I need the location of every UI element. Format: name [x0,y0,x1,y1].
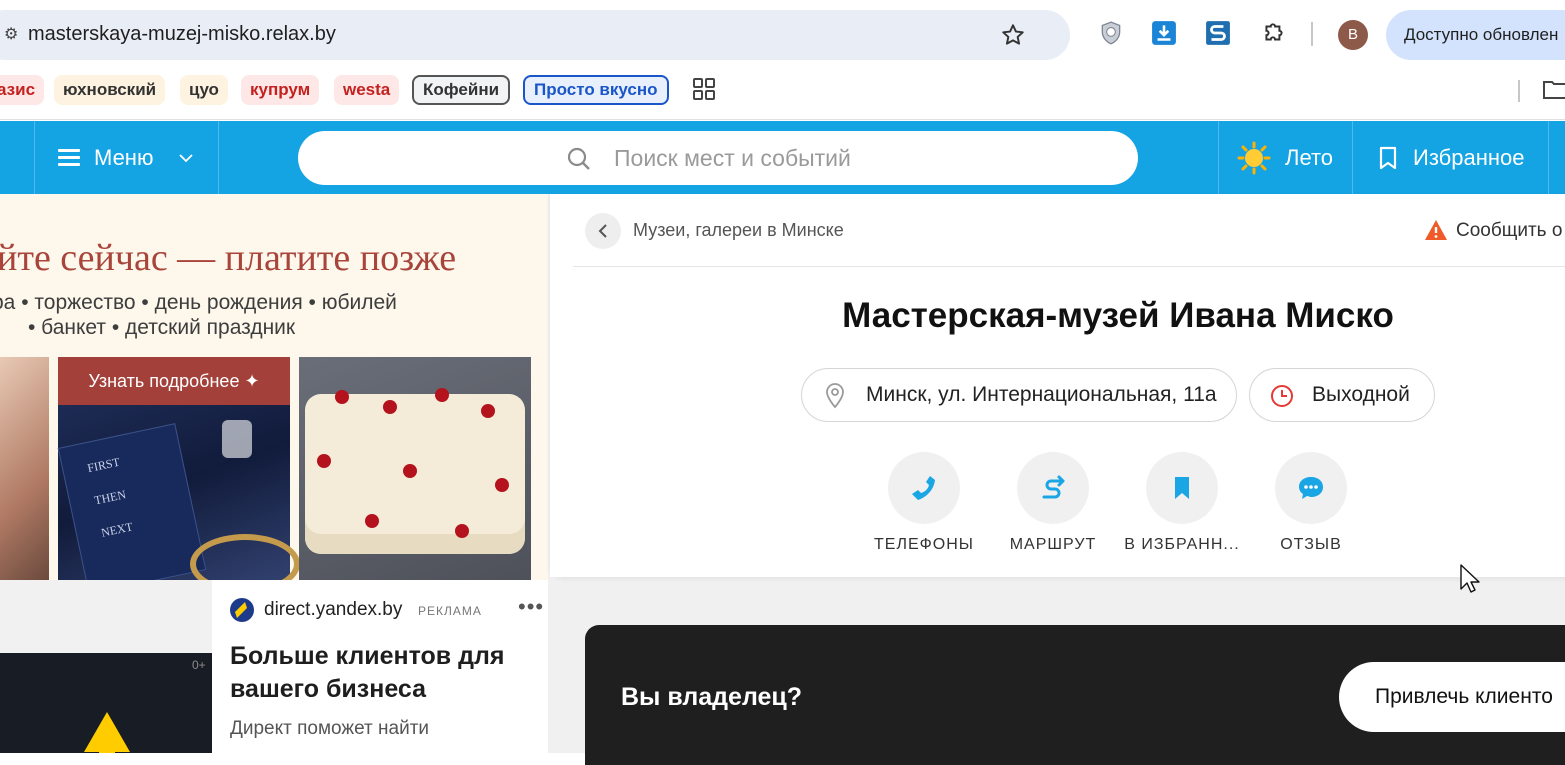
ad-glass [222,420,252,458]
s-extension-icon[interactable] [1205,20,1231,46]
mouse-cursor-icon [1460,564,1480,593]
owner-banner: Вы владелец? Привлечь клиенто [585,625,1565,765]
route-label: МАРШРУТ [1009,536,1097,553]
search-icon [567,147,590,170]
url-text[interactable]: masterskaya-muzej-misko.relax.by [28,23,336,46]
profile-avatar[interactable]: B [1338,20,1368,50]
clock-icon [1271,385,1293,407]
place-info-card: Музеи, галереи в Минске Сообщить о Масте… [550,194,1565,577]
bookmark-cuo[interactable]: цуо [180,75,228,105]
toolbar-separator [1311,22,1313,46]
bookmark-yuhnovsky[interactable]: юхновский [54,75,166,105]
yandex-direct-icon [230,598,254,622]
apps-grid-icon[interactable] [693,78,715,100]
phones-action[interactable]: ТЕЛЕФОНЫ [859,452,989,562]
bookmark-folder-prosto-vkusno[interactable]: Просто вкусно [523,75,669,105]
ad-learn-more-button[interactable]: Узнать подробнее ✦ [58,357,290,405]
site-info-icon[interactable]: ⚙ [4,26,18,44]
bookmark-westa[interactable]: westa [334,75,400,105]
header-divider [1548,121,1549,194]
favorite-label: В ИЗБРАНН... [1124,536,1240,553]
bookmarks-bar: азис юхновский цуо купрум westa Кофейни … [0,68,1565,120]
bookmark-basis[interactable]: азис [0,75,45,105]
review-label: ОТЗЫВ [1280,536,1342,553]
warning-icon [1425,220,1447,240]
ad-domain[interactable]: direct.yandex.by [264,599,402,621]
folder-icon[interactable] [1542,78,1565,100]
route-action-circle [1017,452,1089,524]
bookmark-star-icon[interactable] [1000,22,1026,48]
search-input[interactable] [614,142,1074,174]
ad-title[interactable]: Больше клиентов для вашего бизнеса [230,640,540,706]
report-label: Сообщить о [1456,220,1563,241]
favorites-label: Избранное [1413,145,1525,170]
bookmark-icon [1175,477,1189,499]
owner-question: Вы владелец? [621,683,803,711]
back-button[interactable] [585,213,621,249]
location-pin-icon [826,383,844,409]
bookmark-folder-kofeyni[interactable]: Кофейни [412,75,511,105]
bookmark-kuprum[interactable]: купрум [241,75,320,105]
ad-banner[interactable]: уйте сейчас — платите позже ра • торжест… [0,194,548,580]
ad-description: Директ поможет найти [230,718,430,739]
route-action[interactable]: МАРШРУТ [988,452,1118,562]
phones-label: ТЕЛЕФОНЫ [874,536,974,553]
yandex-direct-logo-shape [84,712,130,753]
ad-photo-person [0,357,49,580]
route-icon [1042,475,1065,499]
extensions-puzzle-icon[interactable] [1261,20,1287,46]
phone-icon [912,476,935,500]
address-bar[interactable]: ⚙ masterskaya-muzej-misko.relax.by [0,10,1070,60]
chat-bubble-icon [1299,477,1323,499]
attract-clients-button[interactable]: Привлечь клиенто [1339,662,1565,732]
page-title: Мастерская-музей Ивана Миско [842,296,1394,335]
ad-cake [305,388,525,554]
bookmark-icon [1379,146,1397,170]
header-divider [218,121,219,194]
sun-icon [1237,141,1271,175]
ad-subline-1: ра • торжество • день рождения • юбилей [0,291,397,314]
summer-button[interactable]: Лето [1219,121,1353,194]
review-action[interactable]: ОТЗЫВ [1246,452,1376,562]
age-rating: 0+ [192,658,206,672]
hours-text: Выходной [1312,383,1410,406]
phones-action-circle [888,452,960,524]
yandex-ad-image[interactable]: 0+ [0,580,212,753]
ad-more-menu[interactable]: ••• [518,594,544,620]
card-divider [573,266,1565,267]
breadcrumb[interactable]: Музеи, галереи в Минске [633,220,844,241]
address-text: Минск, ул. Интернациональная, 11а [866,383,1217,406]
favorites-button[interactable]: Избранное [1353,121,1549,194]
site-header: Меню Лето Избранное [0,121,1565,194]
hours-chip[interactable]: Выходной [1249,368,1435,422]
menu-button[interactable]: Меню [34,121,218,194]
ad-headline: уйте сейчас — платите позже [0,237,457,279]
browser-toolbar: ⚙ masterskaya-muzej-misko.relax.by B Дос… [0,0,1565,68]
search-box[interactable] [298,131,1138,185]
yandex-ad-text[interactable]: direct.yandex.by РЕКЛАМА ••• Больше клие… [212,580,548,753]
favorite-action-circle [1146,452,1218,524]
shield-extension-icon[interactable] [1098,20,1124,46]
ad-subline-2: • банкет • детский праздник [28,316,296,339]
hamburger-icon [58,149,80,167]
bookmarks-separator [1518,80,1520,102]
chevron-down-icon [179,154,193,163]
summer-label: Лето [1285,145,1334,170]
menu-label: Меню [94,145,154,170]
download-extension-icon[interactable] [1151,20,1177,46]
ad-label: РЕКЛАМА [418,604,482,618]
update-available-button[interactable]: Доступно обновлен [1386,10,1565,60]
chevron-left-icon [598,224,607,238]
review-action-circle [1275,452,1347,524]
favorite-action[interactable]: В ИЗБРАНН... [1117,452,1247,562]
address-chip[interactable]: Минск, ул. Интернациональная, 11а [801,368,1237,422]
